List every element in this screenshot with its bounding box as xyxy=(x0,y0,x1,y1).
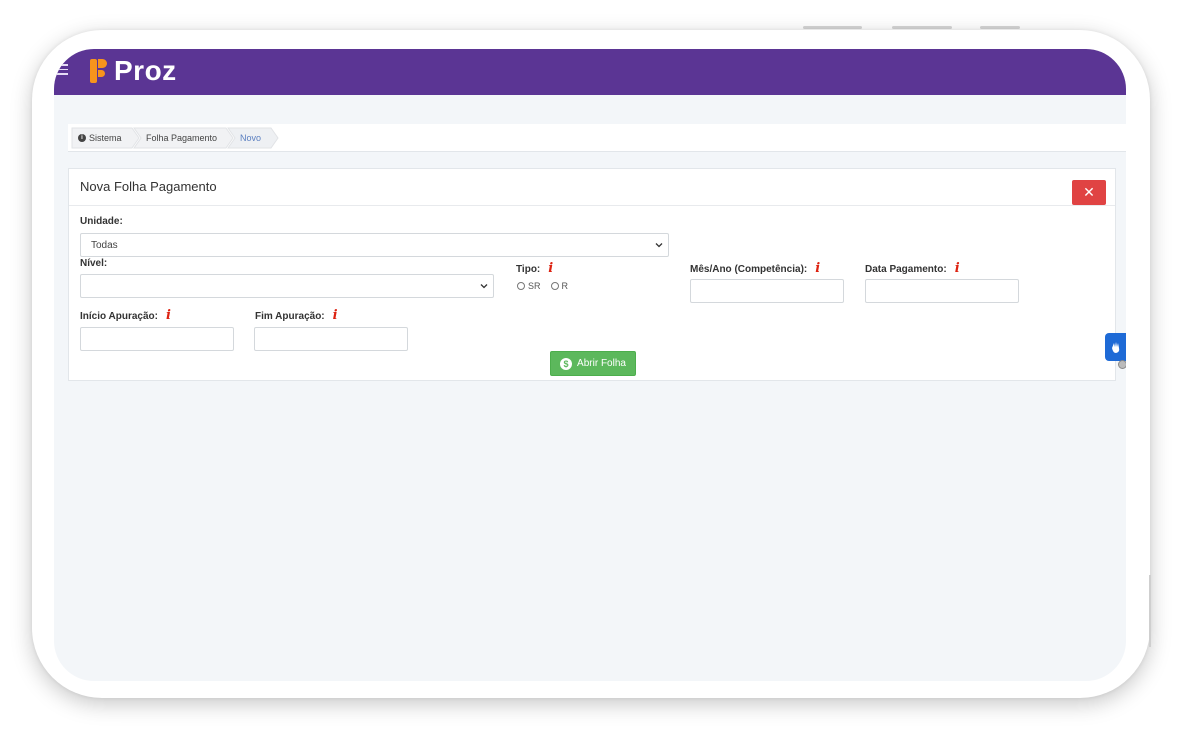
dollar-coin-icon: $ xyxy=(560,357,573,370)
breadcrumb-label: Folha Pagamento xyxy=(146,133,218,143)
abrir-folha-button[interactable]: $ Abrir Folha xyxy=(550,351,636,376)
data-pagamento-text-input[interactable] xyxy=(876,280,1018,302)
chevron-down-icon xyxy=(655,243,663,248)
fim-apuracao-label-text: Fim Apuração: xyxy=(255,311,325,322)
nivel-select[interactable] xyxy=(80,274,494,298)
inicio-apuracao-text-input[interactable] xyxy=(91,328,233,350)
close-icon: ✕ xyxy=(1083,184,1095,200)
breadcrumb-item-folha-pagamento[interactable]: Folha Pagamento xyxy=(146,128,217,148)
required-info-icon: i xyxy=(548,261,554,276)
abrir-folha-label: Abrir Folha xyxy=(577,358,626,369)
hamburger-icon[interactable] xyxy=(56,64,68,76)
data-pagamento-label-text: Data Pagamento: xyxy=(865,264,947,275)
sign-language-icon xyxy=(1112,342,1120,353)
required-info-icon: i xyxy=(165,308,171,323)
top-navbar: Proz xyxy=(54,49,1126,95)
app-screen: Proz i Sistema Folha Pagamento Novo Nova… xyxy=(54,49,1126,681)
form-panel: Nova Folha Pagamento ✕ Unidade: Todas Ní… xyxy=(68,168,1116,381)
mes-ano-label: Mês/Ano (Competência): i xyxy=(690,261,820,276)
tipo-radio-group: SR R xyxy=(517,281,568,291)
accessibility-widget-button[interactable] xyxy=(1105,333,1126,361)
browser-tab-hint xyxy=(892,26,952,29)
proz-logo-mark xyxy=(90,57,108,85)
breadcrumb-label: Sistema xyxy=(89,133,122,143)
info-circle-icon: i xyxy=(78,134,86,142)
app-logo[interactable]: Proz xyxy=(90,55,177,87)
page-title: Nova Folha Pagamento xyxy=(80,179,217,194)
breadcrumb-label: Novo xyxy=(240,133,262,143)
data-pagamento-input[interactable] xyxy=(865,279,1019,303)
divider xyxy=(69,205,1115,206)
breadcrumb-item-sistema[interactable]: i Sistema xyxy=(78,128,122,148)
fim-apuracao-input[interactable] xyxy=(254,327,408,351)
browser-tab-hint xyxy=(803,26,862,29)
accessibility-widget-handle[interactable] xyxy=(1118,360,1126,369)
close-button[interactable]: ✕ xyxy=(1072,180,1106,205)
required-info-icon: i xyxy=(332,308,338,323)
unidade-select[interactable]: Todas xyxy=(80,233,669,257)
logo-text: Proz xyxy=(114,55,177,86)
tipo-label-text: Tipo: xyxy=(516,264,541,275)
unidade-selected-value: Todas xyxy=(91,239,118,251)
chevron-down-icon xyxy=(480,284,488,289)
tipo-label: Tipo: i xyxy=(516,261,553,276)
required-info-icon: i xyxy=(815,261,821,276)
required-info-icon: i xyxy=(954,261,960,276)
mes-ano-input[interactable] xyxy=(690,279,844,303)
radio-label-r: R xyxy=(561,281,569,291)
fim-apuracao-text-input[interactable] xyxy=(265,328,407,350)
data-pagamento-label: Data Pagamento: i xyxy=(865,261,960,276)
mes-ano-label-text: Mês/Ano (Competência): xyxy=(690,264,808,275)
nivel-label: Nível: xyxy=(80,258,108,269)
fim-apuracao-label: Fim Apuração: i xyxy=(255,308,338,323)
unidade-label: Unidade: xyxy=(80,216,123,227)
radio-label-sr: SR xyxy=(528,281,541,291)
mes-ano-text-input[interactable] xyxy=(701,280,843,302)
breadcrumb: i Sistema Folha Pagamento Novo xyxy=(68,124,1126,152)
breadcrumb-item-novo: Novo xyxy=(240,128,261,148)
device-side-button xyxy=(1149,575,1151,647)
inicio-apuracao-label-text: Início Apuração: xyxy=(80,311,158,322)
inicio-apuracao-label: Início Apuração: i xyxy=(80,308,171,323)
tipo-radio-r[interactable] xyxy=(550,282,559,290)
inicio-apuracao-input[interactable] xyxy=(80,327,234,351)
browser-tab-hint xyxy=(980,26,1020,29)
tipo-radio-sr[interactable] xyxy=(517,282,525,290)
